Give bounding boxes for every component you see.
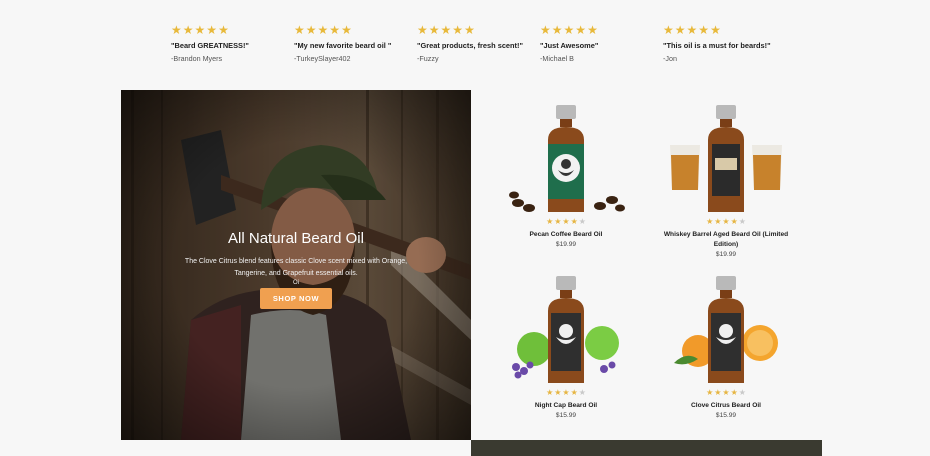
star-half-icon: ★	[578, 217, 586, 226]
star-icon: ★	[663, 23, 674, 37]
star-half-icon: ★	[738, 217, 746, 226]
review-quote: "This oil is a must for beards!"	[663, 41, 771, 50]
star-icon: ★	[194, 23, 206, 37]
star-icon: ★	[452, 23, 464, 37]
star-icon: ★	[554, 388, 562, 397]
product-rating: ★ ★ ★ ★ ★	[656, 388, 796, 397]
star-icon: ★	[730, 388, 738, 397]
product-card[interactable]: ★ ★ ★ ★ ★ Clove Citrus Beard Oil $15.99	[656, 271, 796, 419]
star-icon: ★	[570, 388, 578, 397]
review-quote: "My new favorite beard oil "	[294, 41, 392, 50]
review-author: -TurkeySlayer402	[294, 54, 351, 63]
review-author: -Fuzzy	[417, 54, 439, 63]
review-item: ★ ★ ★ ★ ★ "Just Awesome" -Michael B	[540, 24, 660, 64]
product-card[interactable]: ★ ★ ★ ★ ★ Night Cap Beard Oil $15.99	[496, 271, 636, 419]
review-quote: "Beard GREATNESS!"	[171, 41, 249, 50]
star-icon: ★	[464, 23, 475, 37]
product-image[interactable]	[496, 271, 636, 387]
review-quote: "Just Awesome"	[540, 41, 599, 50]
star-icon: ★	[540, 23, 551, 37]
star-icon: ★	[182, 23, 194, 37]
star-icon: ★	[575, 23, 587, 37]
star-icon: ★	[562, 388, 570, 397]
star-icon: ★	[562, 217, 570, 226]
product-card[interactable]: ★ ★ ★ ★ ★ Whiskey Barrel Aged Beard Oil (Lim…	[656, 100, 796, 258]
star-icon: ★	[171, 23, 182, 37]
product-rating: ★ ★ ★ ★ ★	[656, 217, 796, 226]
review-stars: ★ ★ ★ ★ ★	[417, 24, 537, 37]
star-icon: ★	[294, 23, 305, 37]
star-icon: ★	[428, 23, 440, 37]
star-icon: ★	[417, 23, 428, 37]
review-stars: ★ ★ ★ ★ ★	[663, 24, 783, 37]
star-icon: ★	[218, 23, 229, 37]
star-half-icon: ★	[578, 388, 586, 397]
star-icon: ★	[698, 23, 710, 37]
star-icon: ★	[710, 23, 721, 37]
star-icon: ★	[206, 23, 218, 37]
star-icon: ★	[722, 217, 730, 226]
product-rating: ★ ★ ★ ★ ★	[496, 388, 636, 397]
star-icon: ★	[554, 217, 562, 226]
product-card[interactable]: ★ ★ ★ ★ ★ Pecan Coffee Beard Oil $19.99	[496, 100, 636, 248]
hero-description-extra: Oi	[293, 280, 299, 286]
product-image[interactable]	[656, 100, 796, 216]
review-author: -Michael B	[540, 54, 574, 63]
star-icon: ★	[546, 217, 554, 226]
star-icon: ★	[587, 23, 598, 37]
star-icon: ★	[551, 23, 563, 37]
review-stars: ★ ★ ★ ★ ★	[294, 24, 414, 37]
product-image[interactable]	[656, 271, 796, 387]
shop-now-button[interactable]: SHOP NOW	[260, 288, 332, 309]
star-icon: ★	[341, 23, 352, 37]
product-name[interactable]: Clove Citrus Beard Oil	[656, 401, 796, 411]
review-stars: ★ ★ ★ ★ ★	[540, 24, 660, 37]
hero-banner: All Natural Beard Oil The Clove Citrus b…	[121, 90, 471, 440]
star-icon: ★	[546, 388, 554, 397]
star-icon: ★	[563, 23, 575, 37]
product-name[interactable]: Night Cap Beard Oil	[496, 401, 636, 411]
product-image[interactable]	[496, 100, 636, 216]
star-icon: ★	[317, 23, 329, 37]
star-icon: ★	[674, 23, 686, 37]
product-name[interactable]: Pecan Coffee Beard Oil	[496, 230, 636, 240]
review-quote: "Great products, fresh scent!"	[417, 41, 523, 50]
star-icon: ★	[440, 23, 452, 37]
review-item: ★ ★ ★ ★ ★ "Great products, fresh scent!" -Fu…	[417, 24, 537, 64]
review-item: ★ ★ ★ ★ ★ "My new favorite beard oil " -Turk…	[294, 24, 414, 64]
star-half-icon: ★	[738, 388, 746, 397]
product-price: $19.99	[555, 241, 577, 248]
star-icon: ★	[722, 388, 730, 397]
review-stars: ★ ★ ★ ★ ★	[171, 24, 291, 37]
hero-description: The Clove Citrus blend features classic …	[184, 258, 408, 277]
product-price: $15.99	[555, 412, 577, 419]
star-icon: ★	[305, 23, 317, 37]
product-rating: ★ ★ ★ ★ ★	[496, 217, 636, 226]
next-section-image	[471, 440, 822, 456]
star-icon: ★	[686, 23, 698, 37]
hero-title: All Natural Beard Oil	[228, 230, 364, 247]
star-icon: ★	[706, 388, 714, 397]
star-icon: ★	[714, 388, 722, 397]
review-item: ★ ★ ★ ★ ★ "Beard GREATNESS!" -Brandon Myers	[171, 24, 291, 64]
review-item: ★ ★ ★ ★ ★ "This oil is a must for beards!" -…	[663, 24, 783, 64]
review-author: -Jon	[663, 54, 677, 63]
star-icon: ★	[706, 217, 714, 226]
product-name[interactable]: Whiskey Barrel Aged Beard Oil (Limited E…	[656, 230, 796, 250]
reviews-strip: ★ ★ ★ ★ ★ "Beard GREATNESS!" -Brandon Myers …	[171, 24, 811, 64]
star-icon: ★	[730, 217, 738, 226]
product-price: $19.99	[715, 251, 737, 258]
star-icon: ★	[329, 23, 341, 37]
product-price: $15.99	[715, 412, 737, 419]
star-icon: ★	[714, 217, 722, 226]
review-author: -Brandon Myers	[171, 54, 223, 63]
star-icon: ★	[570, 217, 578, 226]
